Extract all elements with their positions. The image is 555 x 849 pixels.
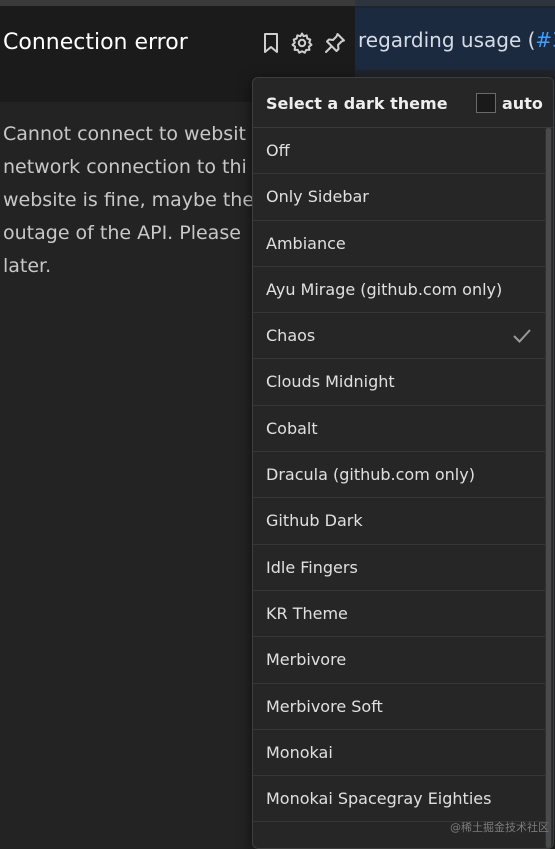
theme-list: Off Only Sidebar Ambiance Ayu Mirage (gi… — [253, 128, 545, 848]
theme-option[interactable]: Ayu Mirage (github.com only) — [253, 267, 545, 314]
scrollbar-thumb[interactable] — [546, 128, 551, 848]
theme-option-label: Monokai — [266, 742, 333, 762]
dark-theme-dropdown: Select a dark theme auto Off Only Sideba… — [252, 77, 554, 849]
theme-option[interactable]: Off — [253, 128, 545, 175]
auto-checkbox[interactable] — [476, 93, 496, 113]
theme-option[interactable]: Cobalt — [253, 406, 545, 453]
theme-option-label: Off — [266, 141, 290, 160]
theme-option-selected[interactable]: Chaos — [253, 313, 545, 360]
background-page-text: regarding usage (#3 — [358, 28, 555, 52]
theme-option[interactable]: Dracula (github.com only) — [253, 452, 545, 499]
panel-title: Connection error — [3, 30, 188, 55]
theme-option-label: Cobalt — [266, 418, 318, 438]
gear-icon[interactable] — [289, 30, 315, 56]
background-text: regarding usage ( — [358, 28, 536, 52]
theme-option-label: Ayu Mirage (github.com only) — [266, 279, 503, 299]
auto-toggle[interactable]: auto — [476, 92, 543, 114]
background-issue-link[interactable]: #3 — [535, 28, 555, 52]
theme-option-label: Clouds Midnight — [266, 372, 395, 392]
theme-option[interactable]: Idle Fingers — [253, 545, 545, 591]
theme-option-label: Github Dark — [266, 511, 363, 531]
watermark: @稀土掘金技术社区 — [450, 821, 549, 834]
theme-option-label: Monokai Spacegray Eighties — [266, 789, 492, 809]
theme-option-label: KR Theme — [266, 603, 348, 623]
theme-option-label: Ambiance — [266, 233, 346, 253]
theme-option[interactable]: Github Dark — [253, 498, 545, 545]
checkmark-icon — [513, 329, 531, 344]
theme-option[interactable]: Merbivore — [253, 637, 545, 684]
theme-option[interactable]: Clouds Midnight — [253, 359, 545, 406]
theme-option-label: Merbivore Soft — [266, 696, 383, 716]
theme-option-label: Idle Fingers — [266, 557, 358, 577]
theme-option[interactable]: Merbivore Soft — [253, 684, 545, 730]
theme-option[interactable]: Monokai Spacegray Eighties — [253, 776, 545, 823]
background-top-bar — [355, 0, 555, 6]
dropdown-scrollbar[interactable] — [545, 128, 552, 848]
theme-option[interactable]: Ambiance — [253, 221, 545, 267]
theme-option[interactable]: Monokai — [253, 730, 545, 777]
theme-option-label: Dracula (github.com only) — [266, 465, 475, 485]
theme-option-label: Chaos — [266, 326, 316, 346]
theme-option-label: Only Sidebar — [266, 187, 369, 207]
auto-label: auto — [502, 93, 543, 113]
theme-option[interactable]: KR Theme — [253, 591, 545, 638]
bookmark-icon[interactable] — [258, 30, 284, 56]
dropdown-title: Select a dark theme — [266, 94, 448, 113]
dropdown-header: Select a dark theme auto — [253, 78, 553, 128]
theme-option-label: Merbivore — [266, 650, 347, 670]
pin-icon[interactable] — [322, 30, 348, 56]
theme-option[interactable]: Only Sidebar — [253, 174, 545, 221]
